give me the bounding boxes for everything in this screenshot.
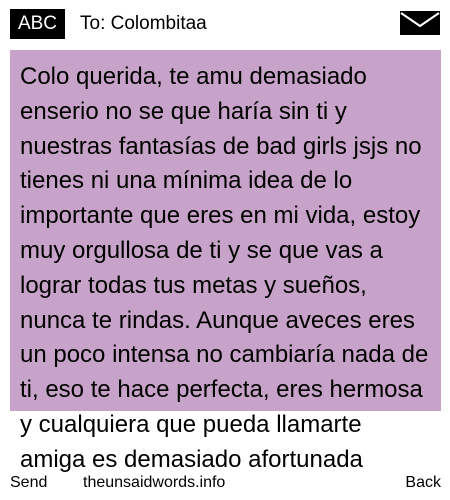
recipient-label: To: Colombitaa bbox=[80, 13, 207, 34]
input-mode-badge[interactable]: ABC bbox=[10, 9, 65, 39]
message-header: ABC To: Colombitaa bbox=[0, 0, 450, 46]
envelope-icon bbox=[400, 11, 440, 35]
back-softkey[interactable]: Back bbox=[402, 470, 441, 496]
send-softkey[interactable]: Send bbox=[10, 470, 51, 496]
center-softkey-label: theunsaidwords.info bbox=[80, 470, 229, 496]
message-body[interactable]: Colo querida, te amu demasiado enserio n… bbox=[20, 60, 432, 478]
message-compose-area[interactable]: Colo querida, te amu demasiado enserio n… bbox=[10, 50, 441, 500]
